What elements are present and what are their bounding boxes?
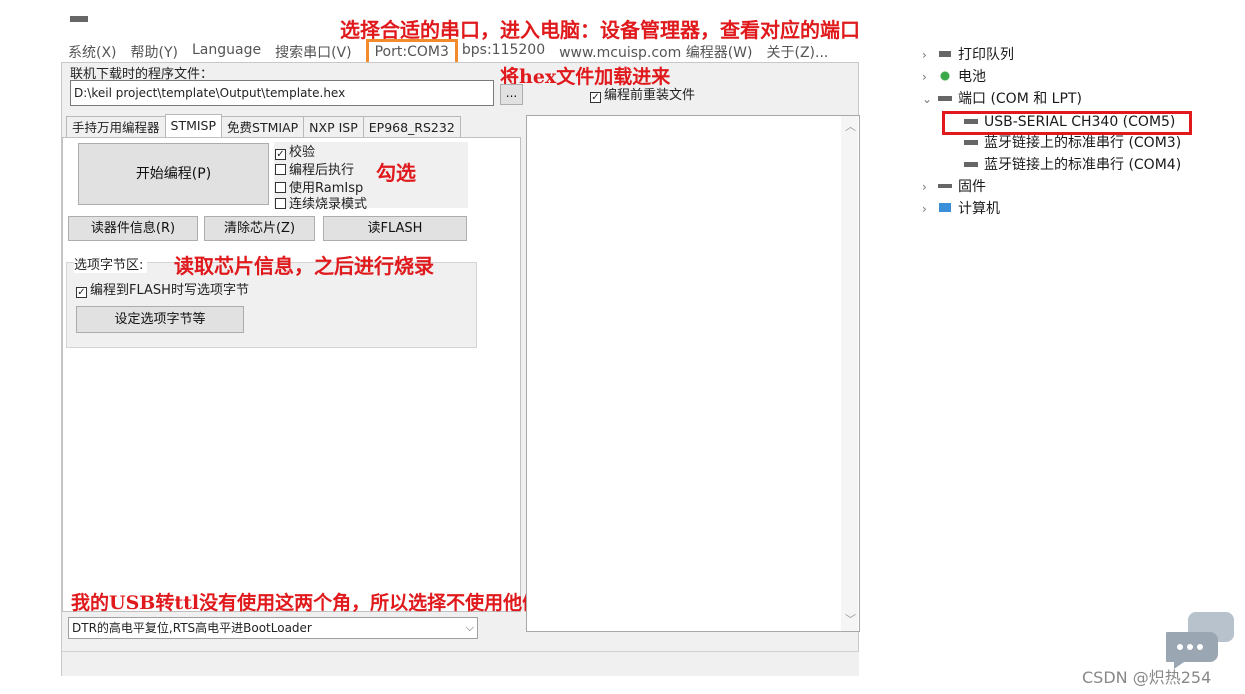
tree-print-queue[interactable]: › 打印队列: [922, 45, 1014, 65]
erase-chip-button[interactable]: 清除芯片(Z): [204, 216, 315, 241]
option-bytes-title: 选项字节区:: [74, 254, 148, 273]
tab-stmisp[interactable]: STMISP: [164, 114, 223, 138]
tree-ch340-label: USB-SERIAL CH340 (COM5): [984, 114, 1176, 130]
port-icon: [936, 93, 954, 103]
tree-computer[interactable]: › 计算机: [922, 199, 1000, 219]
tree-bt-com4[interactable]: 蓝牙链接上的标准串行 (COM4): [962, 155, 1181, 175]
battery-icon: [936, 71, 954, 81]
start-program-button[interactable]: 开始编程(P): [78, 143, 269, 205]
port-icon: [962, 159, 980, 169]
continuous-burn-checkbox[interactable]: 连续烧录模式: [275, 193, 367, 212]
dtr-rts-select[interactable]: DTR的高电平复位,RTS高电平进BootLoader ⌵: [68, 617, 478, 639]
reload-before-program-checkbox[interactable]: ✓ 编程前重装文件: [590, 84, 695, 103]
watermark: CSDN @炽热254: [1082, 668, 1212, 687]
tab-handheld[interactable]: 手持万用编程器: [66, 116, 166, 138]
hex-file-path-input[interactable]: D:\keil project\template\Output\template…: [70, 80, 494, 106]
website-text: www.mcuisp.com: [559, 45, 682, 61]
menu-help[interactable]: 帮助(Y): [131, 42, 178, 61]
tree-bt-com4-label: 蓝牙链接上的标准串行 (COM4): [984, 157, 1182, 173]
menu-bps[interactable]: bps:115200: [462, 42, 545, 60]
chevron-right-icon: ›: [922, 180, 927, 194]
chevron-down-icon: ⌵: [465, 621, 474, 634]
browse-button[interactable]: ...: [500, 84, 523, 105]
verify-checkbox[interactable]: ✓ 校验: [275, 141, 315, 160]
menu-system[interactable]: 系统(X): [68, 42, 117, 61]
programmer-text: 编程器(W): [685, 45, 753, 61]
tree-print-queue-label: 打印队列: [958, 47, 1014, 63]
read-flash-button[interactable]: 读FLASH: [323, 216, 467, 241]
menu-language[interactable]: Language: [192, 42, 261, 60]
tree-firmware-label: 固件: [958, 179, 986, 195]
tree-ports[interactable]: ⌄ 端口 (COM 和 LPT): [922, 89, 1082, 109]
menu-website[interactable]: www.mcuisp.com 编程器(W): [559, 42, 753, 61]
write-option-checkbox-box: ✓: [76, 287, 87, 298]
tree-firmware[interactable]: › 固件: [922, 177, 986, 197]
ramisp-checkbox-box: [275, 182, 286, 193]
tree-ch340[interactable]: USB-SERIAL CH340 (COM5): [962, 112, 1175, 132]
tab-nxp-isp[interactable]: NXP ISP: [303, 116, 364, 138]
computer-icon: [936, 203, 954, 213]
write-option-label: 编程到FLASH时写选项字节: [90, 283, 249, 298]
menu-about[interactable]: 关于(Z)...: [767, 42, 829, 61]
tab-ep968[interactable]: EP968_RS232: [362, 116, 461, 138]
run-after-program-checkbox[interactable]: 编程后执行: [275, 159, 354, 178]
continuous-label: 连续烧录模式: [289, 197, 368, 212]
continuous-checkbox-box: [275, 198, 286, 209]
scroll-down-icon[interactable]: ﹀: [845, 611, 856, 627]
annotation-dtr-note: 我的USB转ttl没有使用这两个角，所以选择不使用他们: [71, 592, 542, 614]
tree-ports-label: 端口 (COM 和 LPT): [958, 91, 1082, 107]
app-icon: [70, 16, 88, 22]
set-option-bytes-button[interactable]: 设定选项字节等: [76, 306, 244, 333]
chevron-right-icon: ›: [922, 48, 927, 62]
verify-label: 校验: [289, 145, 316, 160]
dtr-rts-select-value: DTR的高电平复位,RTS高电平进BootLoader: [72, 621, 312, 635]
printer-icon: [936, 49, 954, 59]
port-icon: [962, 116, 980, 126]
reload-checkbox-box: ✓: [590, 92, 601, 103]
chevron-right-icon: ›: [922, 202, 927, 216]
menu-bar: 系统(X) 帮助(Y) Language 搜索串口(V) Port:COM3 b…: [68, 39, 829, 65]
chevron-right-icon: ›: [922, 70, 927, 84]
log-output-panel[interactable]: [526, 115, 860, 632]
reload-checkbox-label: 编程前重装文件: [604, 88, 696, 103]
port-icon: [962, 137, 980, 147]
tab-free-stmiap[interactable]: 免费STMIAP: [221, 116, 305, 138]
firmware-icon: [936, 181, 954, 191]
tree-bt-com3-label: 蓝牙链接上的标准串行 (COM3): [984, 135, 1182, 151]
menu-search-port[interactable]: 搜索串口(V): [275, 42, 352, 61]
tab-strip: 手持万用编程器 STMISP 免费STMIAP NXP ISP EP968_RS…: [66, 114, 461, 138]
annotation-check: 勾选: [376, 161, 416, 185]
status-bar: [62, 651, 859, 676]
run-after-label: 编程后执行: [289, 163, 355, 178]
run-after-checkbox-box: [275, 164, 286, 175]
write-option-bytes-checkbox[interactable]: ✓ 编程到FLASH时写选项字节: [76, 279, 249, 298]
tree-bt-com3[interactable]: 蓝牙链接上的标准串行 (COM3): [962, 133, 1181, 153]
tree-battery[interactable]: › 电池: [922, 67, 986, 87]
log-scrollbar[interactable]: ︿ ﹀: [841, 116, 858, 631]
chevron-down-icon: ⌄: [922, 92, 933, 106]
scroll-up-icon[interactable]: ︿: [845, 118, 856, 134]
chat-bubble-icon: [1160, 610, 1236, 670]
read-device-info-button[interactable]: 读器件信息(R): [68, 216, 198, 241]
tree-battery-label: 电池: [958, 69, 986, 85]
tree-computer-label: 计算机: [958, 201, 1000, 217]
annotation-read-info: 读取芯片信息，之后进行烧录: [174, 254, 434, 278]
